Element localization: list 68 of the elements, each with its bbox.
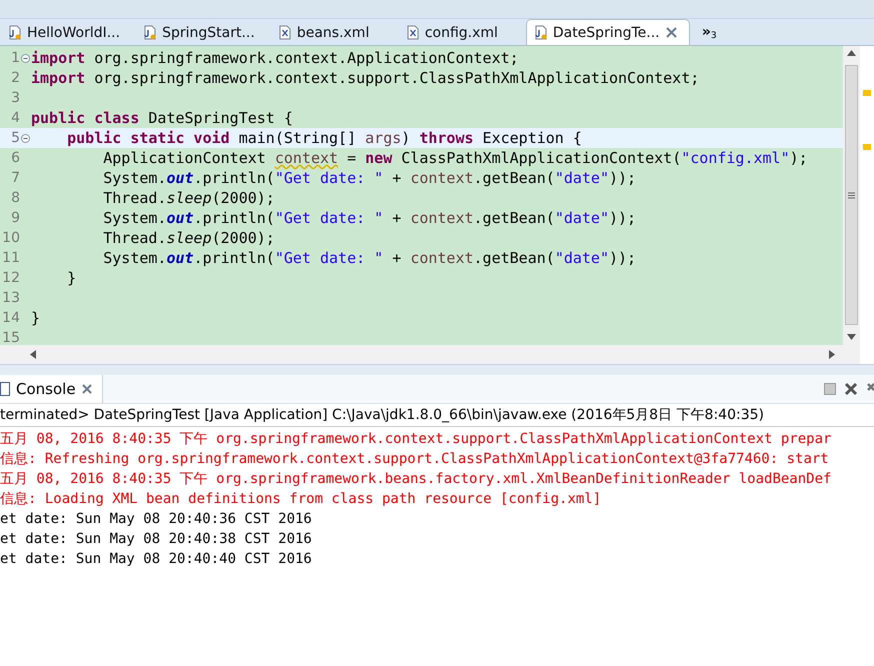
remove-icon[interactable] <box>844 382 858 396</box>
java-file-icon <box>534 25 547 40</box>
line-number: 14 <box>1 310 20 326</box>
scroll-up-icon[interactable] <box>847 50 856 56</box>
editor-tab[interactable]: DateSpringTe... <box>526 19 690 45</box>
console-icon <box>0 382 10 396</box>
xml-file-icon <box>406 25 419 40</box>
line-number: 12 <box>1 270 20 286</box>
console-line: 五月 08, 2016 8:40:35 下午 org.springframework.context.support.ClassPathXmlApplicationContext prepar <box>0 430 832 449</box>
line-number: 4 <box>10 110 20 126</box>
tab-label: config.xml <box>424 24 498 40</box>
collapse-icon[interactable] <box>21 54 30 62</box>
console-line: 信息: Loading XML bean definitions from class path resource [config.xml] <box>0 490 602 509</box>
line-number: 1 <box>10 50 20 66</box>
line-number: 5 <box>10 130 20 146</box>
line-number: 13 <box>1 290 20 306</box>
code-line: System.out.println("Get date: " + context.getBean("date")); <box>102 169 636 187</box>
scroll-down-icon[interactable] <box>847 334 856 340</box>
line-number: 15 <box>1 330 20 345</box>
tab-label: beans.xml <box>296 24 370 40</box>
close-icon[interactable] <box>82 384 92 394</box>
warning-marker[interactable] <box>863 90 871 96</box>
xml-file-icon <box>278 25 291 40</box>
scroll-right-icon[interactable] <box>829 350 835 359</box>
java-file-icon <box>9 25 21 40</box>
tab-label: Console <box>16 380 76 398</box>
grip-icon <box>848 192 855 198</box>
editor-tab[interactable]: HelloWorldI... <box>0 19 130 45</box>
console-line: et date: Sun May 08 20:40:38 CST 2016 <box>0 530 313 549</box>
line-number: 8 <box>10 190 20 206</box>
line-number: 2 <box>10 70 20 86</box>
vertical-scrollbar[interactable] <box>843 46 860 364</box>
scroll-left-icon[interactable] <box>30 350 36 359</box>
line-number: 3 <box>10 90 20 106</box>
editor-tab[interactable]: beans.xml <box>270 19 392 45</box>
process-label: terminated> DateSpringTest [Java Application] C:\Java\jdk1.8.0_66\bin\javaw.exe (2016年5月8日 下午8:40:35) <box>0 404 874 427</box>
code-line: import org.springframework.context.ApplicationContext; <box>31 49 519 67</box>
console-line: et date: Sun May 08 20:40:36 CST 2016 <box>0 510 313 529</box>
editor-tab[interactable]: config.xml <box>398 19 520 45</box>
code-line: System.out.println("Get date: " + context.getBean("date")); <box>102 249 636 267</box>
close-icon[interactable] <box>666 27 677 38</box>
code-line: Thread.sleep(2000); <box>102 229 275 247</box>
code-line: System.out.println("Get date: " + context.getBean("date")); <box>102 209 636 227</box>
code-line: public class DateSpringTest { <box>31 109 293 127</box>
line-number: 9 <box>10 210 20 226</box>
tab-label: HelloWorldI... <box>27 24 120 40</box>
tab-label: SpringStart... <box>162 24 255 40</box>
code-line: } <box>66 269 76 287</box>
line-number: 7 <box>10 170 20 186</box>
console-line: 五月 08, 2016 8:40:35 下午 org.springframework.beans.factory.xml.XmlBeanDefinitionReader loadBeanDef <box>0 470 832 489</box>
collapse-icon[interactable] <box>21 134 30 142</box>
horizontal-scrollbar[interactable] <box>0 345 843 364</box>
line-number: 11 <box>1 250 20 266</box>
tab-label: DateSpringTe... <box>552 24 660 40</box>
code-line: import org.springframework.context.support.ClassPathXmlApplicationContext; <box>31 69 700 87</box>
java-file-icon <box>144 25 156 40</box>
editor-tab[interactable]: SpringStart... <box>135 19 264 45</box>
code-line: } <box>31 309 40 327</box>
line-number: 6 <box>10 150 20 166</box>
console-line: et date: Sun May 08 20:40:40 CST 2016 <box>0 550 313 569</box>
console-tab[interactable]: Console <box>0 375 103 403</box>
console-line: 信息: Refreshing org.springframework.context.support.ClassPathXmlApplicationContext@3fa77460: start <box>0 450 830 469</box>
scrollbar-thumb[interactable] <box>845 65 858 325</box>
code-line: ApplicationContext context = new ClassPathXmlApplicationContext("config.xml"); <box>102 149 808 167</box>
code-line: Thread.sleep(2000); <box>102 189 275 207</box>
warning-marker[interactable] <box>863 144 871 150</box>
line-number: 10 <box>1 230 20 246</box>
code-line: public static void main(String[] args) throws Exception { <box>66 129 582 147</box>
